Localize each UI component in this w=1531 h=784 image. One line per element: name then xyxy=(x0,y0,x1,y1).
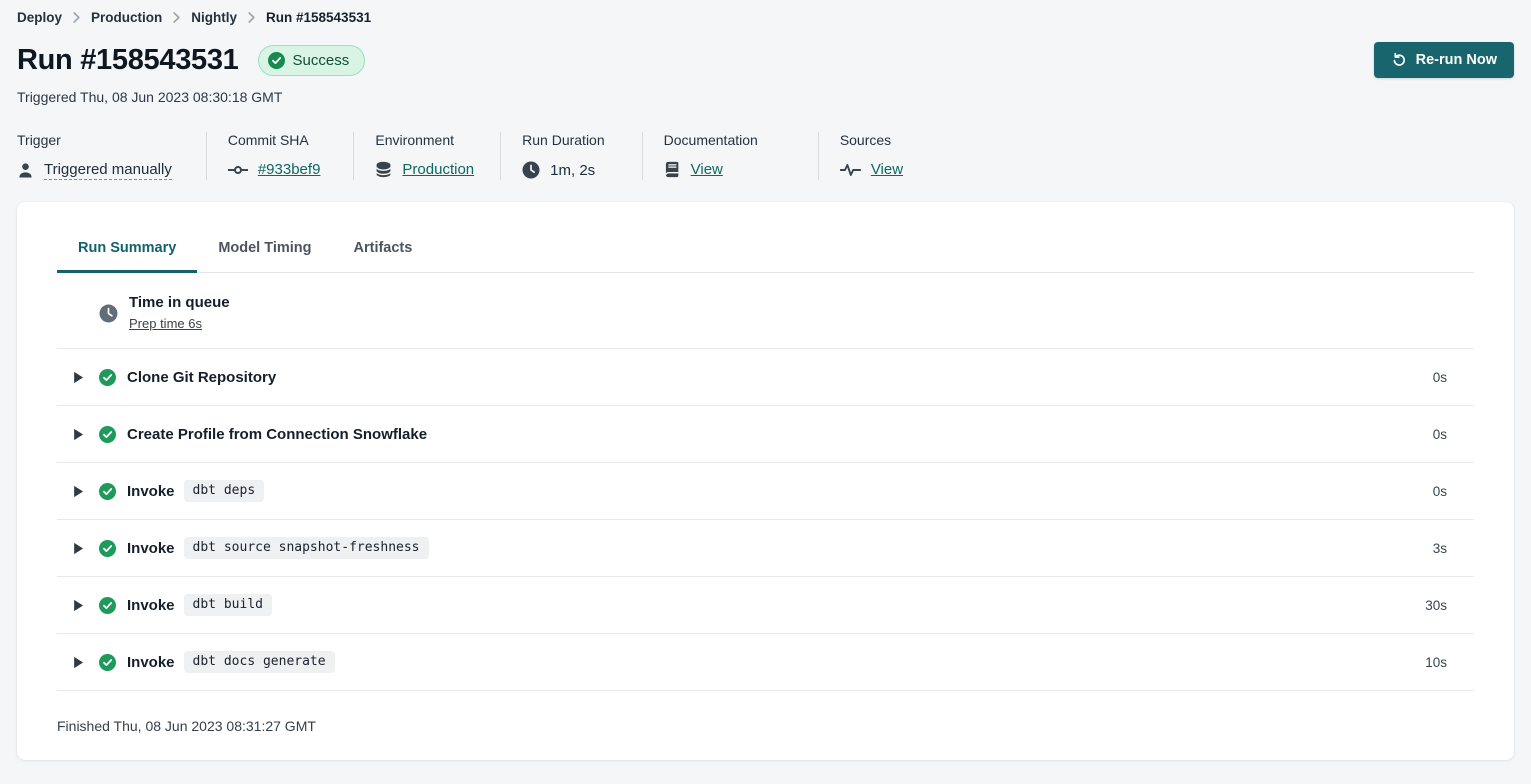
page-title: Run #158543531 xyxy=(17,44,239,77)
clock-icon xyxy=(522,161,540,179)
step-label: Invoke xyxy=(127,654,175,671)
step-label: Create Profile from Connection Snowflake xyxy=(127,426,427,443)
chevron-right-icon xyxy=(73,12,80,23)
step-duration: 0s xyxy=(1433,427,1460,442)
step-command-chip: dbt build xyxy=(184,594,272,616)
breadcrumb-production[interactable]: Production xyxy=(91,10,162,25)
meta-documentation-label: Documentation xyxy=(664,132,758,148)
breadcrumb-deploy[interactable]: Deploy xyxy=(17,10,62,25)
tab-model-timing[interactable]: Model Timing xyxy=(197,226,332,273)
book-icon xyxy=(664,161,681,178)
chevron-right-icon xyxy=(248,12,255,23)
expand-toggle-icon[interactable] xyxy=(73,656,84,669)
meta-environment: Environment Production xyxy=(354,132,501,180)
success-check-icon xyxy=(268,52,285,69)
tab-artifacts[interactable]: Artifacts xyxy=(333,226,434,273)
step-label: Invoke xyxy=(127,597,175,614)
refresh-icon xyxy=(1391,52,1407,68)
pulse-icon xyxy=(840,163,861,177)
title-row: Run #158543531 Success Re-run Now xyxy=(17,42,1514,78)
success-check-icon xyxy=(99,369,116,386)
step-label: Clone Git Repository xyxy=(127,369,276,386)
step-command-chip: dbt source snapshot-freshness xyxy=(184,537,429,559)
expand-toggle-icon[interactable] xyxy=(73,485,84,498)
commit-sha-link[interactable]: #933bef9 xyxy=(258,161,321,178)
database-icon xyxy=(375,161,392,178)
step-row-dbt-build[interactable]: Invoke dbt build 30s xyxy=(57,577,1474,634)
sources-view-link[interactable]: View xyxy=(871,161,903,178)
step-label: Invoke xyxy=(127,540,175,557)
environment-link[interactable]: Production xyxy=(402,161,474,178)
rerun-now-label: Re-run Now xyxy=(1416,52,1497,68)
run-steps-list: Time in queue Prep time 6s Clone Git Rep… xyxy=(57,273,1474,691)
person-icon xyxy=(17,162,34,179)
step-duration: 3s xyxy=(1433,541,1460,556)
run-detail-page: Deploy Production Nightly Run #158543531… xyxy=(0,0,1531,760)
prep-time-link[interactable]: Prep time 6s xyxy=(129,316,202,331)
expand-toggle-icon[interactable] xyxy=(73,542,84,555)
chevron-right-icon xyxy=(173,12,180,23)
run-summary-card: Run Summary Model Timing Artifacts Time … xyxy=(17,202,1514,760)
finished-timestamp: Finished Thu, 08 Jun 2023 08:31:27 GMT xyxy=(57,691,1474,734)
step-label: Invoke xyxy=(127,483,175,500)
success-check-icon xyxy=(99,540,116,557)
documentation-view-link[interactable]: View xyxy=(691,161,723,178)
meta-run-duration-label: Run Duration xyxy=(522,132,605,148)
commit-icon xyxy=(228,162,248,178)
expand-toggle-icon[interactable] xyxy=(73,599,84,612)
meta-sources: Sources View xyxy=(819,132,924,180)
time-in-queue-row: Time in queue Prep time 6s xyxy=(57,273,1474,349)
breadcrumb-nightly[interactable]: Nightly xyxy=(191,10,237,25)
time-in-queue-title: Time in queue xyxy=(129,294,230,311)
status-badge-label: Success xyxy=(293,52,350,69)
tab-bar: Run Summary Model Timing Artifacts xyxy=(57,226,1474,273)
step-row-dbt-deps[interactable]: Invoke dbt deps 0s xyxy=(57,463,1474,520)
meta-sources-label: Sources xyxy=(840,132,903,148)
step-duration: 10s xyxy=(1425,655,1460,670)
step-command-chip: dbt deps xyxy=(184,480,265,502)
step-row-dbt-source-freshness[interactable]: Invoke dbt source snapshot-freshness 3s xyxy=(57,520,1474,577)
success-check-icon xyxy=(99,654,116,671)
step-duration: 0s xyxy=(1433,370,1460,385)
meta-environment-label: Environment xyxy=(375,132,474,148)
meta-commit-sha-label: Commit SHA xyxy=(228,132,321,148)
step-command-chip: dbt docs generate xyxy=(184,651,335,673)
step-row-dbt-docs-generate[interactable]: Invoke dbt docs generate 10s xyxy=(57,634,1474,691)
meta-trigger: Trigger Triggered manually xyxy=(17,132,207,180)
success-check-icon xyxy=(99,597,116,614)
step-row-create-profile[interactable]: Create Profile from Connection Snowflake… xyxy=(57,406,1474,463)
step-duration: 30s xyxy=(1425,598,1460,613)
success-check-icon xyxy=(99,426,116,443)
breadcrumb: Deploy Production Nightly Run #158543531 xyxy=(17,10,1514,25)
expand-toggle-icon[interactable] xyxy=(73,428,84,441)
queue-clock-icon xyxy=(99,304,118,323)
status-badge: Success xyxy=(258,45,366,76)
meta-trigger-label: Trigger xyxy=(17,132,172,148)
meta-commit-sha: Commit SHA #933bef9 xyxy=(207,132,355,180)
meta-documentation: Documentation View xyxy=(643,132,819,180)
trigger-value[interactable]: Triggered manually xyxy=(44,161,172,180)
rerun-now-button[interactable]: Re-run Now xyxy=(1374,42,1514,78)
run-duration-value: 1m, 2s xyxy=(550,162,595,179)
run-metadata-row: Trigger Triggered manually Commit SHA #9… xyxy=(17,132,1514,180)
success-check-icon xyxy=(99,483,116,500)
expand-toggle-icon[interactable] xyxy=(73,371,84,384)
meta-run-duration: Run Duration 1m, 2s xyxy=(501,132,643,180)
step-row-clone-git[interactable]: Clone Git Repository 0s xyxy=(57,349,1474,406)
tab-run-summary[interactable]: Run Summary xyxy=(57,226,197,273)
step-duration: 0s xyxy=(1433,484,1460,499)
breadcrumb-current-run: Run #158543531 xyxy=(266,10,371,25)
triggered-timestamp: Triggered Thu, 08 Jun 2023 08:30:18 GMT xyxy=(17,89,1514,105)
